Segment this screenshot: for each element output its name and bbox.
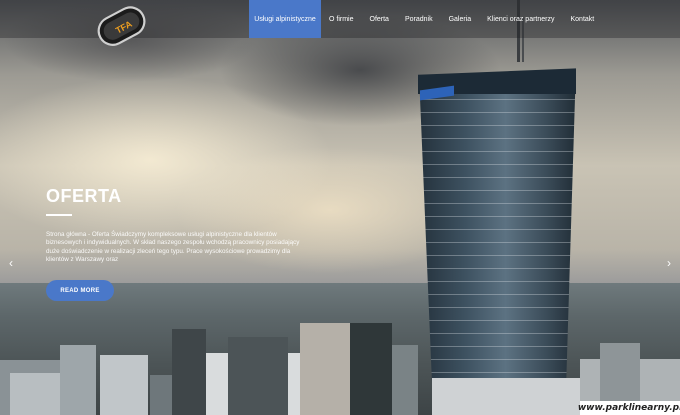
menu-item-oferta[interactable]: Oferta — [362, 0, 397, 38]
hero-background — [0, 0, 680, 415]
glass-tower — [419, 73, 576, 390]
read-more-button[interactable]: READ MORE — [46, 280, 114, 301]
menu-item-poradnik[interactable]: Poradnik — [397, 0, 441, 38]
carousel-prev-icon[interactable]: ‹ — [5, 256, 17, 270]
menu-item-uslugi-alpinistyczne[interactable]: Usługi alpinistyczne — [249, 0, 321, 38]
title-divider — [46, 214, 72, 216]
carabiner-logo[interactable]: TFA — [92, 2, 152, 52]
menu-item-klienci-oraz-partnerzy[interactable]: Klienci oraz partnerzy — [479, 0, 562, 38]
slide-title: OFERTA — [46, 186, 122, 206]
main-menu: Usługi alpinistyczne O firmie Oferta Por… — [249, 0, 602, 38]
menu-item-kontakt[interactable]: Kontakt — [562, 0, 602, 38]
menu-item-galeria[interactable]: Galeria — [441, 0, 480, 38]
watermark-text: www.parklinearny.pl — [577, 401, 680, 415]
tower-base — [432, 378, 580, 415]
carousel-next-icon[interactable]: › — [663, 256, 675, 270]
slide-description: Strona główna - Oferta Świadczymy komple… — [46, 231, 300, 263]
menu-item-o-firmie[interactable]: O firmie — [321, 0, 362, 38]
